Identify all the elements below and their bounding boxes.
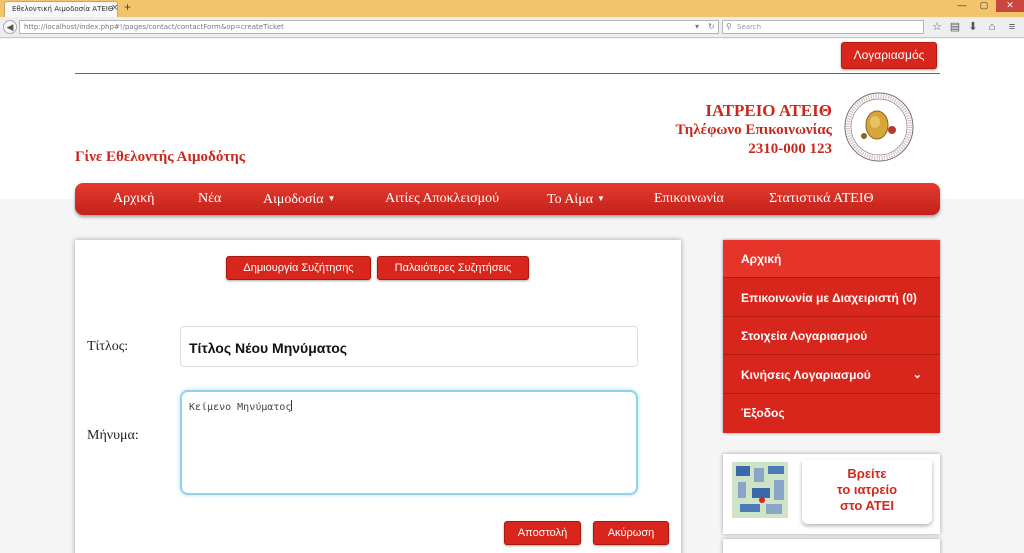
reload-icon[interactable]: ↻ <box>708 22 715 31</box>
url-host: http://localhost <box>24 23 77 31</box>
menu-icon[interactable]: ≡ <box>1005 20 1019 34</box>
menu-item-label: Νέα <box>198 191 222 206</box>
url-path: /index.php#!/pages/contact/contactForm&o… <box>76 23 284 31</box>
sidebar-item-logout[interactable]: Έξοδος <box>723 394 940 432</box>
promo-line-2: το ιατρείο <box>836 482 898 497</box>
title-input[interactable]: Τίτλος Νέου Μηνύματος <box>180 326 638 367</box>
university-seal-logo <box>844 92 914 162</box>
reading-list-icon[interactable]: ▤ <box>948 20 962 34</box>
menu-item-exclusion-causes[interactable]: Αιτίες Αποκλεισμού <box>385 183 499 215</box>
menu-item-label: Αρχική <box>113 191 155 206</box>
search-icon: ⚲ <box>726 22 732 31</box>
search-input[interactable]: ⚲ Search <box>722 20 924 34</box>
tab-close-icon[interactable]: × <box>111 3 119 13</box>
new-discussion-button[interactable]: Δημιουργία Συζήτησης <box>226 256 371 280</box>
sidebar-item-contact-admin[interactable]: Επικοινωνία με Διαχειριστή (0) <box>723 279 940 317</box>
title-label: Τίτλος: <box>87 339 129 354</box>
old-discussions-button[interactable]: Παλαιότερες Συζητήσεις <box>377 256 529 280</box>
menu-item-the-blood[interactable]: Το Αίμα ▼ <box>547 183 605 215</box>
cancel-button[interactable]: Ακύρωση <box>593 521 669 545</box>
new-tab-icon[interactable]: + <box>124 0 131 14</box>
site-title: Γίνε Εθελοντής Αιμοδότης <box>75 149 246 165</box>
sidebar-item-label: Στοιχεία Λογαριασμού <box>741 329 868 343</box>
campus-map-icon <box>732 462 788 518</box>
menu-item-contact[interactable]: Επικοινωνία <box>654 183 724 215</box>
bookmark-star-icon[interactable]: ☆ <box>930 20 944 34</box>
menu-item-label: Επικοινωνία <box>654 191 724 206</box>
find-clinic-promo[interactable]: Βρείτε το ιατρείο στο ΑΤΕΙ <box>723 454 940 534</box>
sidebar-item-home[interactable]: Αρχική <box>723 240 940 278</box>
menu-item-label: Αιμοδοσία <box>263 192 324 207</box>
sidebar-item-account-details[interactable]: Στοιχεία Λογαριασμού <box>723 317 940 355</box>
sidebar-item-label: Κινήσεις Λογαριασμού <box>741 368 871 382</box>
message-text: Κείμενο Μηνύματος <box>189 402 292 413</box>
caret-down-icon: ▼ <box>327 194 336 203</box>
text-cursor <box>291 400 293 411</box>
promo-line-1: Βρείτε <box>847 466 887 481</box>
page-content: Λογαριασμός Γίνε Εθελοντής Αιμοδότης ΙΑΤ… <box>0 39 1024 553</box>
sidebar-widget <box>723 539 940 553</box>
browser-tab[interactable]: Εθελοντική Αιμοδοσία ΑΤΕΙΘ × <box>4 1 119 17</box>
clinic-phone-label: Τηλέφωνο Επικοινωνίας <box>675 122 832 138</box>
sidebar-menu: Αρχική Επικοινωνία με Διαχειριστή (0) Στ… <box>723 240 940 433</box>
sidebar-item-label: Έξοδος <box>741 406 785 420</box>
caret-down-icon: ▼ <box>597 194 605 203</box>
account-button[interactable]: Λογαριασμός <box>841 42 937 69</box>
sidebar-item-label: Επικοινωνία με Διαχειριστή (0) <box>741 291 917 305</box>
browser-tab-title: Εθελοντική Αιμοδοσία ΑΤΕΙΘ <box>12 5 114 13</box>
minimize-icon[interactable]: — <box>951 0 973 12</box>
download-icon[interactable]: ⬇ <box>966 20 980 34</box>
promo-line-3: στο ΑΤΕΙ <box>840 498 894 513</box>
back-icon[interactable]: ◀ <box>3 20 17 34</box>
window-close-icon[interactable]: ✕ <box>996 0 1024 12</box>
browser-tab-bar: Εθελοντική Αιμοδοσία ΑΤΕΙΘ × + — ▢ ✕ <box>0 0 1024 17</box>
sidebar-item-account-activity[interactable]: Κινήσεις Λογαριασμού ⌄ <box>723 356 940 394</box>
message-textarea[interactable]: Κείμενο Μηνύματος <box>180 390 638 495</box>
menu-item-label: Στατιστικά ΑΤΕΙΘ <box>769 191 874 206</box>
clinic-phone: 2310-000 123 <box>748 141 832 157</box>
url-bar[interactable]: http://localhost/index.php#!/pages/conta… <box>19 20 719 34</box>
search-placeholder: Search <box>737 23 762 31</box>
find-clinic-card[interactable]: Βρείτε το ιατρείο στο ΑΤΕΙ <box>802 460 932 524</box>
clinic-name: ΙΑΤΡΕΙΟ ΑΤΕΙΘ <box>705 101 832 120</box>
menu-item-news[interactable]: Νέα <box>198 183 221 215</box>
menu-item-statistics[interactable]: Στατιστικά ΑΤΕΙΘ <box>769 183 874 215</box>
message-label: Μήνυμα: <box>87 428 139 443</box>
sidebar-item-label: Αρχική <box>741 252 782 266</box>
chevron-down-icon: ⌄ <box>912 369 922 381</box>
main-menu: Αρχική Νέα Αιμοδοσία ▼ Αιτίες Αποκλεισμού… <box>75 183 940 215</box>
menu-item-label: Αιτίες Αποκλεισμού <box>385 191 500 206</box>
home-icon[interactable]: ⌂ <box>985 20 999 34</box>
header-divider <box>75 73 940 74</box>
browser-nav-bar: ◀ http://localhost/index.php#!/pages/con… <box>0 17 1024 38</box>
menu-item-blood-donation[interactable]: Αιμοδοσία ▼ <box>263 183 336 215</box>
send-button[interactable]: Αποστολή <box>504 521 581 545</box>
contact-form-panel: Δημιουργία Συζήτησης Παλαιότερες Συζητήσ… <box>75 240 681 553</box>
maximize-icon[interactable]: ▢ <box>973 0 995 12</box>
menu-item-label: Το Αίμα <box>547 192 594 207</box>
dropdown-icon[interactable]: ▾ <box>695 22 699 31</box>
menu-item-home[interactable]: Αρχική <box>113 183 154 215</box>
